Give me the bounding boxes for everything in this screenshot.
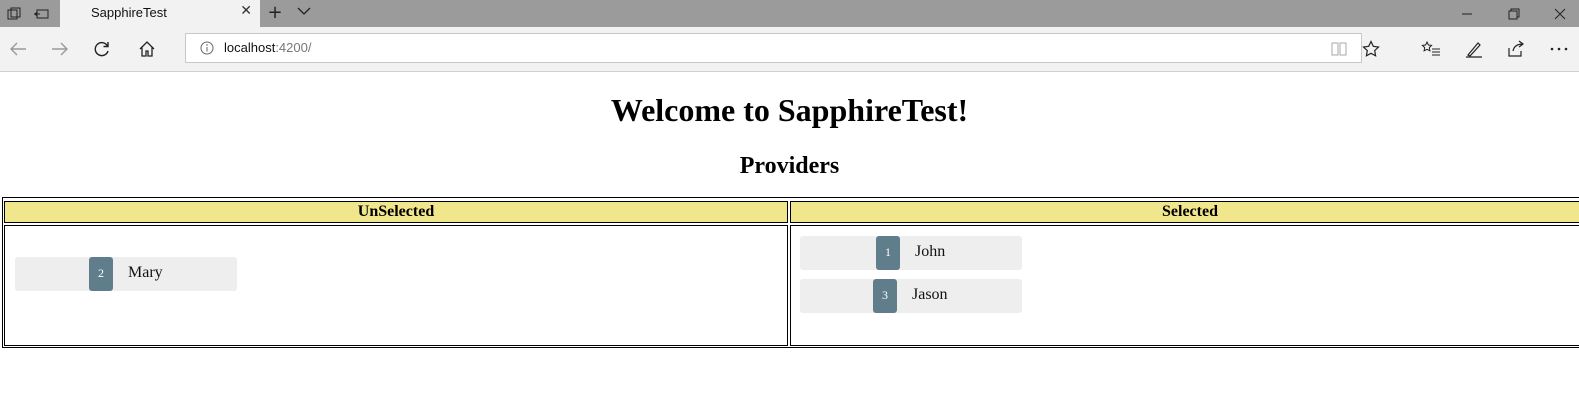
provider-chip-john[interactable]: 1 John [800,236,1022,270]
provider-chip-mary[interactable]: 2 Mary [15,257,237,291]
tab-title: SapphireTest [91,5,167,20]
favorites-list-icon[interactable] [1417,35,1445,63]
provider-name: Mary [128,264,163,281]
info-icon[interactable] [200,41,214,55]
provider-id-badge: 3 [873,279,897,313]
close-window-icon[interactable] [1537,0,1579,27]
navigation-bar: localhost:4200/ [0,27,1579,72]
chevron-down-icon[interactable] [296,3,316,23]
back-arrow-icon[interactable] [4,35,32,63]
address-text: localhost:4200/ [224,40,311,55]
close-tab-icon[interactable]: ✕ [240,3,252,19]
home-icon[interactable] [133,35,161,63]
section-title: Providers [739,153,840,179]
restore-icon[interactable] [1491,0,1537,27]
tab-sapphiretest[interactable]: SapphireTest ✕ [60,0,260,27]
reading-view-icon[interactable] [1330,40,1348,58]
set-aside-tabs-icon[interactable] [0,0,28,27]
provider-name: Jason [912,286,948,303]
favorite-star-icon[interactable] [1362,40,1380,58]
refresh-icon[interactable] [88,35,116,63]
page-content: Welcome to SapphireTest! Providers UnSel… [0,72,1579,414]
column-header-selected: Selected [790,201,1579,223]
address-bar[interactable]: localhost:4200/ [185,33,1380,63]
provider-name: John [915,243,946,260]
address-port-path: :4200/ [275,40,312,55]
share-icon[interactable] [1502,35,1530,63]
provider-id-badge: 1 [876,236,900,270]
selected-list: 1 John 3 Jason [790,225,1579,346]
forward-arrow-icon[interactable] [46,35,74,63]
provider-id-badge: 2 [89,257,113,291]
new-tab-icon[interactable]: + [264,1,286,25]
tab-preview-icon[interactable] [28,0,56,27]
minimize-icon[interactable] [1444,0,1490,27]
provider-chip-jason[interactable]: 3 Jason [800,279,1022,313]
unselected-list: 2 Mary [4,225,788,346]
tab-strip: SapphireTest ✕ + [0,0,1579,27]
page-title: Welcome to SapphireTest! [610,92,969,128]
column-header-unselected: UnSelected [4,201,788,223]
address-host: localhost [224,40,276,55]
more-options-icon[interactable] [1545,35,1573,63]
pen-notes-icon[interactable] [1460,35,1488,63]
